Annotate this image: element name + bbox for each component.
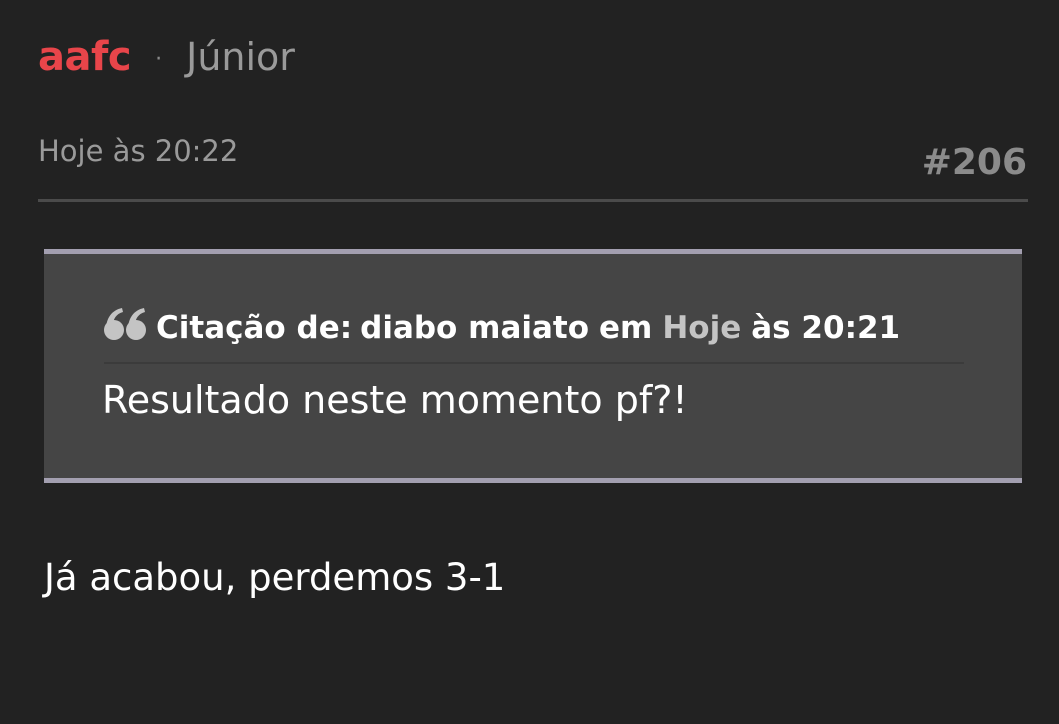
quote-author[interactable]: diabo maiato	[360, 310, 589, 346]
post-author-line: aafc · Júnior	[38, 30, 295, 84]
quote-time: às 20:21	[751, 310, 901, 346]
author-rank: Júnior	[186, 35, 295, 79]
header-divider	[38, 199, 1028, 202]
quote-icon	[104, 306, 148, 342]
author-name-link[interactable]: aafc	[38, 34, 132, 80]
post-date: Hoje às 20:22	[38, 134, 239, 168]
quote-date-link[interactable]: Hoje	[662, 310, 741, 346]
post-number-link[interactable]: #206	[922, 142, 1027, 183]
forum-post: aafc · Júnior Hoje às 20:22 #206 Citação…	[0, 0, 1059, 724]
quote-prefix: Citação de:	[156, 310, 353, 346]
quote-header: Citação de: diabo maiato em Hoje às 20:2…	[104, 308, 964, 346]
quote-text: Resultado neste momento pf?!	[102, 378, 688, 422]
quote-divider	[104, 362, 964, 364]
post-body: Já acabou, perdemos 3-1	[44, 556, 506, 599]
quote-block: Citação de: diabo maiato em Hoje às 20:2…	[44, 249, 1022, 483]
quote-em: em	[599, 310, 653, 346]
author-separator: ·	[155, 46, 163, 72]
